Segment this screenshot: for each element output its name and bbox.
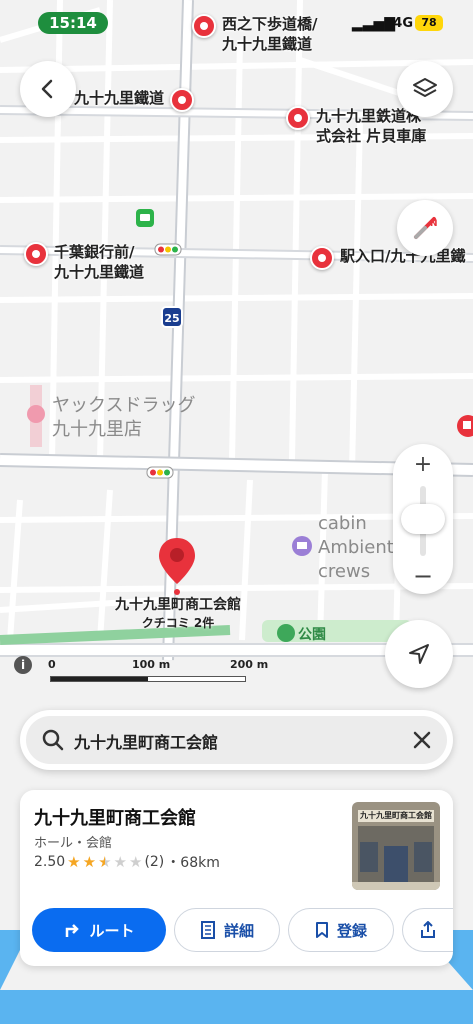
search-input[interactable]: 九十九里町商工会館 [26,716,447,764]
place-rating: 2.50 ★ ★ ★ ★ ★ (2) ・68km [34,852,220,872]
navigation-arrow-icon [409,644,429,664]
half-star-icon: ★ [98,853,112,871]
poi-label: 九十九里鐵道 [74,89,165,107]
star-icon: ★ [67,853,81,871]
layers-icon [413,78,437,97]
star-icon: ★ [82,853,97,871]
bus-stop-pin-icon [24,242,48,266]
search-bar[interactable]: 九十九里町商工会館 [20,710,453,770]
compass-icon: N [414,217,438,239]
compass-button[interactable]: N [397,200,453,256]
scale-bar [50,676,246,682]
scale-label: 100 m [132,658,171,671]
place-name: 九十九里町商工会館 [34,808,196,829]
photo-sign: 九十九里町商工会館 [358,810,434,822]
map-poi-drugstore[interactable]: ヤックスドラッグ 九十九里店 [52,394,195,442]
poi-label: 九十九里鐵道 [54,263,145,281]
map-poi-bus-stop[interactable]: 九十九里鉄道株 式会社 片貝車庫 [286,106,426,146]
my-location-button[interactable] [385,620,453,688]
location-pin-icon [159,538,195,595]
distance: ・68km [166,855,220,871]
search-query: 九十九里町商工会館 [74,733,219,752]
zoom-out-button[interactable]: − [393,562,453,592]
signal-icon: ▂▃▅▇ [351,16,395,32]
poi-label: 九十九里鐵道 [222,35,313,53]
share-icon [421,921,435,938]
place-card[interactable]: 九十九里町商工会館 ホール・会館 2.50 ★ ★ ★ ★ ★ (2) ・68k… [20,790,453,966]
poi-label: 千葉銀行前/ [54,243,135,261]
zoom-control[interactable]: + − [393,444,453,594]
layers-button[interactable] [397,61,453,117]
poi-label: 駅入口/九十九里鐵 [340,247,466,265]
route-button-label: ルート [89,921,135,940]
map-poi-bus-stop[interactable]: 千葉銀行前/九十九里鐵道 [24,242,144,282]
building-icon [200,921,215,939]
poi-label: crews [318,561,371,582]
info-icon[interactable]: i [14,656,32,674]
bus-stop-pin-icon [286,106,310,130]
poi-label: cabin [318,513,367,534]
save-button-label: 登録 [336,921,367,940]
star-icon: ★ [113,853,127,871]
scale-label: 200 m [230,658,269,671]
bookmark-icon [315,922,328,938]
details-button[interactable]: 詳細 [174,908,280,952]
bus-stop-pin-icon [170,88,195,112]
place-category: ホール・会館 [34,836,113,851]
scale-label: 0 [48,658,56,671]
share-button[interactable] [402,908,453,952]
zoom-slider-handle[interactable] [401,504,445,534]
poi-label: ヤックスドラッグ [52,395,196,416]
poi-label: Ambient [318,537,394,558]
battery-icon: 78 [415,15,443,31]
review-count[interactable]: (2) [144,854,164,870]
back-button[interactable] [20,61,76,117]
map-poi-bus-stop[interactable]: 駅入口/九十九里鐵 [310,246,473,270]
status-time: 15:14 [38,12,108,34]
search-icon [42,729,64,751]
save-button[interactable]: 登録 [288,908,394,952]
bus-stop-pin-icon [310,246,334,270]
selected-place-reviews: クチコミ 2件 [141,616,215,630]
route-shield-icon: 25 [161,306,183,328]
selected-place-label: 九十九里町商工会館 クチコミ 2件 [96,594,260,631]
map-poi-cabin[interactable]: cabin Ambient crews [318,512,394,584]
poi-label: 九十九里店 [52,419,142,440]
details-button-label: 詳細 [223,921,254,940]
place-photo[interactable]: 九十九里町商工会館 [352,802,440,890]
poi-label: 式会社 片貝車庫 [316,127,427,145]
network-type: 4G [393,16,413,31]
chevron-left-icon [41,79,53,99]
selected-place-name: 九十九里町商工会館 [115,597,241,613]
svg-text:N: N [430,219,438,229]
route-button[interactable]: ルート [32,908,166,952]
zoom-in-button[interactable]: + [393,452,453,482]
clear-search-button[interactable] [412,730,432,750]
selected-place-marker[interactable] [157,536,197,596]
map-scale: i 0 100 m 200 m [14,656,274,686]
star-icon: ★ [128,853,143,871]
park-label: 公園 [298,627,326,643]
turn-right-arrow-icon [66,924,80,937]
rating-value: 2.50 [34,854,66,870]
status-bar: 15:14 ▂▃▅▇ 4G 78 [0,10,473,36]
